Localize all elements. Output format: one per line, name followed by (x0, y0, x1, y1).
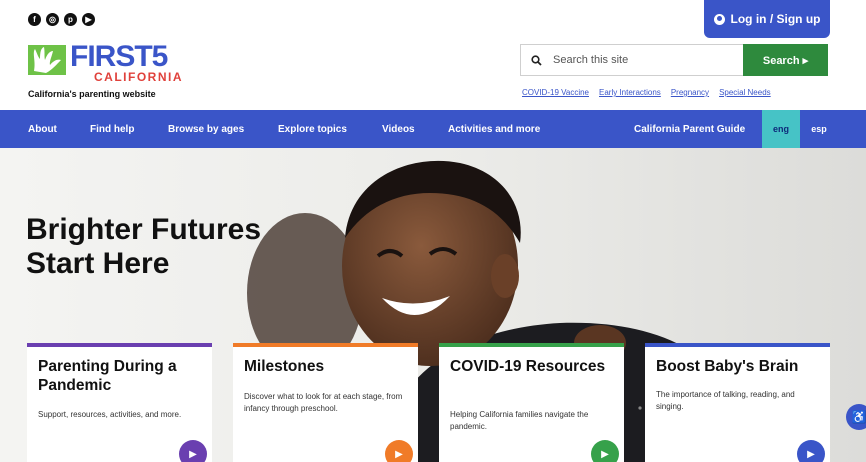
logo-brand: FIRST5 (70, 40, 168, 73)
nav-item-videos[interactable]: Videos (382, 110, 415, 148)
card-accent-bar (645, 343, 830, 347)
nav-item-about[interactable]: About (28, 110, 57, 148)
quick-link-special-needs[interactable]: Special Needs (719, 88, 771, 97)
facebook-icon[interactable]: f (28, 13, 41, 26)
search-icon (521, 45, 551, 75)
logo-tagline: California's parenting website (28, 89, 156, 99)
card-boost-baby-brain[interactable]: Boost Baby's Brain The importance of tal… (645, 343, 830, 462)
card-accent-bar (27, 343, 212, 347)
quick-link-covid-vaccine[interactable]: COVID-19 Vaccine (522, 88, 589, 97)
card-accent-bar (233, 343, 418, 347)
search-input[interactable] (551, 45, 743, 75)
first5-logo[interactable]: FIRST5 CALIFORNIA California's parenting… (28, 40, 188, 103)
main-nav: About Find help Browse by ages Explore t… (0, 110, 866, 148)
nav-item-activities[interactable]: Activities and more (448, 110, 540, 148)
login-signup-button[interactable]: Log in / Sign up (704, 0, 830, 38)
card-title: Milestones (244, 358, 325, 375)
nav-item-explore-topics[interactable]: Explore topics (278, 110, 347, 148)
login-label: Log in / Sign up (730, 12, 821, 26)
site-search: Search ▸ (520, 44, 828, 76)
nav-item-browse-by-ages[interactable]: Browse by ages (168, 110, 244, 148)
hero-headline: Brighter Futures Start Here (26, 213, 261, 281)
card-covid-resources[interactable]: COVID-19 Resources Helping California fa… (439, 343, 624, 462)
user-icon (713, 13, 725, 25)
hero-headline-line2: Start Here (26, 247, 170, 280)
card-text: Discover what to look for at each stage,… (244, 392, 403, 413)
logo-region: CALIFORNIA (94, 70, 183, 84)
hero-headline-line1: Brighter Futures (26, 213, 262, 246)
card-text: Helping California families navigate the… (450, 410, 589, 431)
logo-hands-icon (28, 45, 66, 75)
card-milestones[interactable]: Milestones Discover what to look for at … (233, 343, 418, 462)
card-text: Support, resources, activities, and more… (38, 410, 182, 419)
quick-link-early-interactions[interactable]: Early Interactions (599, 88, 661, 97)
arrow-right-icon[interactable]: ▶ (385, 440, 413, 462)
nav-item-find-help[interactable]: Find help (90, 110, 134, 148)
arrow-right-icon[interactable]: ▶ (797, 440, 825, 462)
search-button[interactable]: Search ▸ (743, 44, 828, 76)
card-title: Parenting During a Pandemic (38, 358, 177, 394)
card-accent-bar (439, 343, 624, 347)
social-links: f ◎ p ▶ (28, 13, 95, 26)
quick-links: COVID-19 Vaccine Early Interactions Preg… (522, 88, 771, 97)
pinterest-icon[interactable]: p (64, 13, 77, 26)
arrow-right-icon[interactable]: ▶ (591, 440, 619, 462)
instagram-icon[interactable]: ◎ (46, 13, 59, 26)
card-title: Boost Baby's Brain (656, 358, 799, 375)
language-esp[interactable]: esp (800, 110, 838, 148)
youtube-icon[interactable]: ▶ (82, 13, 95, 26)
card-parenting-pandemic[interactable]: Parenting During a Pandemic Support, res… (27, 343, 212, 462)
accessibility-icon[interactable]: ♿ (846, 404, 866, 430)
card-title: COVID-19 Resources (450, 358, 606, 375)
nav-item-parent-guide[interactable]: California Parent Guide (634, 110, 745, 148)
quick-link-pregnancy[interactable]: Pregnancy (671, 88, 709, 97)
card-text: The importance of talking, reading, and … (656, 390, 795, 411)
language-eng[interactable]: eng (762, 110, 800, 148)
arrow-right-icon[interactable]: ▶ (179, 440, 207, 462)
site-header: f ◎ p ▶ Log in / Sign up FIRST5 CALIFORN… (0, 0, 866, 110)
